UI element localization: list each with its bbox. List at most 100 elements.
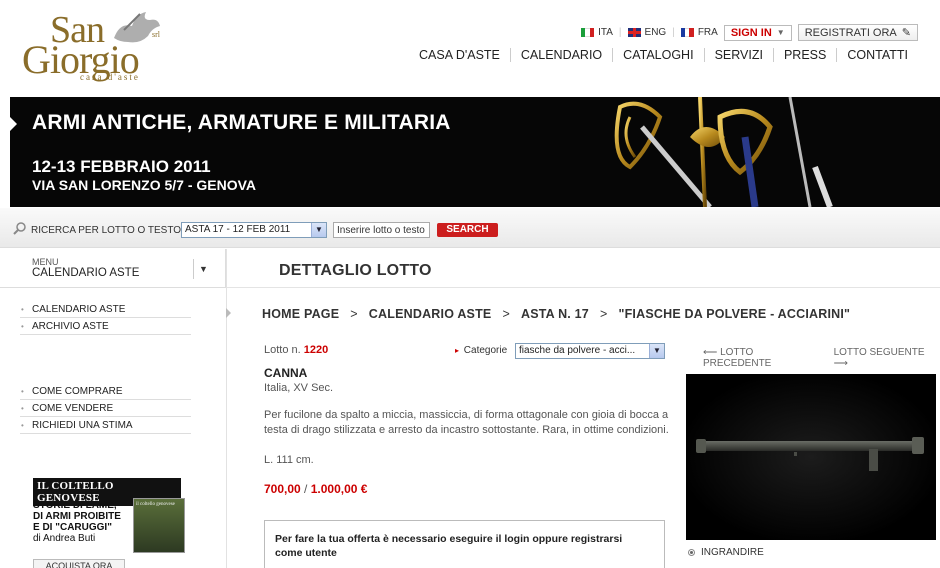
register-button[interactable]: REGISTRATI ORA ✎: [797, 24, 918, 41]
nav-press[interactable]: PRESS: [772, 48, 836, 62]
lot-number-label: Lotto n.: [264, 344, 301, 356]
divider: [227, 287, 940, 288]
lang-ita-label: ITA: [598, 27, 613, 38]
auction-select-value: ASTA 17 - 12 FEB 2011: [185, 224, 291, 235]
radio-dot-icon: [688, 549, 695, 556]
breadcrumb-category: "FIASCHE DA POLVERE - ACCIARINI": [618, 307, 851, 321]
search-icon: [13, 222, 26, 235]
buy-now-button[interactable]: ACQUISTA ORA: [33, 559, 125, 568]
previous-lot-link[interactable]: ⟵ LOTTO PRECEDENTE: [703, 347, 823, 369]
category-label: ▸ Categorie: [455, 345, 507, 356]
menu-header[interactable]: MENU CALENDARIO ASTE ▼: [0, 249, 226, 287]
lang-fra[interactable]: FRA: [680, 27, 718, 38]
main-nav: CASA D'ASTE CALENDARIO CATALOGHI SERVIZI…: [409, 48, 918, 62]
lang-ita[interactable]: ITA: [581, 27, 613, 38]
book-promo[interactable]: IL COLTELLO GENOVESE STORIE DI LAME, DI …: [33, 478, 185, 568]
lang-eng-label: ENG: [644, 27, 667, 38]
divider: [0, 287, 226, 288]
search-bar: RICERCA PER LOTTO O TESTO ASTA 17 - 12 F…: [0, 208, 940, 248]
logo[interactable]: San Giorgio srl casa d'aste: [22, 8, 162, 84]
promo-author: di Andrea Buti: [33, 533, 96, 544]
chevron-down-icon: ▼: [311, 223, 326, 237]
banner-date: 12-13 FEBBRAIO 2011: [32, 157, 211, 176]
lot-number-value: 1220: [303, 344, 329, 356]
banner-title: ARMI ANTICHE, ARMATURE E MILITARIA: [32, 111, 451, 134]
item-description: Per fucilone da spalto a miccia, massicc…: [264, 409, 669, 436]
sidebar-item-archivio-aste[interactable]: ARCHIVIO ASTE: [20, 318, 191, 335]
sidebar-item-calendario-aste[interactable]: CALENDARIO ASTE: [20, 301, 191, 318]
barrel-image: [696, 437, 924, 471]
estimate-low: 700,00: [264, 482, 301, 496]
item-estimate: 700,00 / 1.000,00 €: [264, 482, 367, 496]
promo-text: STORIE DI LAME, DI ARMI PROIBITE E DI "C…: [33, 500, 125, 544]
menu-group-2: COME COMPRARE COME VENDERE RICHIEDI UNA …: [20, 383, 191, 434]
auction-banner[interactable]: ARMI ANTICHE, ARMATURE E MILITARIA 12-13…: [10, 97, 940, 207]
triangle-right-icon: ▸: [455, 346, 460, 355]
breadcrumb-asta[interactable]: ASTA N. 17: [521, 307, 589, 321]
left-sidebar: MENU CALENDARIO ASTE ▼ CALENDARIO ASTE A…: [0, 249, 226, 568]
search-label: RICERCA PER LOTTO O TESTO: [31, 225, 182, 236]
next-lot-label: LOTTO SEGUENTE: [833, 347, 925, 358]
item-dimension: L. 111 cm.: [264, 454, 314, 466]
enlarge-label: INGRANDIRE: [701, 547, 764, 558]
search-input[interactable]: [333, 222, 430, 238]
chevron-down-icon: ▼: [776, 28, 785, 37]
separator: |: [618, 27, 622, 38]
lang-fra-label: FRA: [697, 27, 718, 38]
lot-number: Lotto n. 1220: [264, 344, 328, 356]
promo-headline: STORIE DI LAME, DI ARMI PROIBITE E DI "C…: [33, 500, 121, 533]
page-title: DETTAGLIO LOTTO: [279, 262, 432, 279]
flag-italy-icon: [581, 28, 595, 37]
sidebar-item-richiedi-stima[interactable]: RICHIEDI UNA STIMA: [20, 417, 191, 434]
menu-current: CALENDARIO ASTE: [32, 267, 140, 279]
sign-in-button[interactable]: SIGN IN ▼: [723, 24, 792, 41]
breadcrumb-separator: >: [502, 307, 510, 321]
enlarge-link[interactable]: INGRANDIRE: [688, 547, 764, 558]
flag-stripe: [689, 28, 694, 37]
sidebar-item-come-vendere[interactable]: COME VENDERE: [20, 400, 191, 417]
separator: |: [672, 27, 675, 38]
category-select-value: fiasche da polvere - acci...: [519, 345, 636, 356]
flag-stripe: [589, 28, 595, 37]
category-select[interactable]: fiasche da polvere - acci... ▼: [515, 343, 665, 359]
sidebar-item-come-comprare[interactable]: COME COMPRARE: [20, 383, 191, 400]
sign-in-label: SIGN IN: [730, 26, 772, 39]
banner-arrow-icon: [10, 117, 17, 131]
language-bar: ITA | ENG | FRA SIGN IN ▼ REGISTRATI ORA…: [581, 24, 918, 41]
swords-image: [614, 97, 833, 207]
breadcrumb: HOME PAGE > CALENDARIO ASTE > ASTA N. 17…: [262, 307, 850, 321]
breadcrumb-separator: >: [350, 307, 358, 321]
register-label: REGISTRATI ORA: [804, 26, 897, 39]
breadcrumb-home[interactable]: HOME PAGE: [262, 307, 339, 321]
arrow-right-icon: [226, 308, 231, 318]
nav-casa-daste[interactable]: CASA D'ASTE: [409, 48, 510, 62]
flag-uk-icon: [627, 28, 641, 37]
item-name: CANNA: [264, 366, 308, 380]
breadcrumb-separator: >: [599, 307, 608, 321]
pencil-icon: ✎: [901, 27, 911, 39]
category-label-text: Categorie: [463, 345, 508, 356]
estimate-high: 1.000,00 €: [310, 482, 368, 496]
item-origin: Italia, XV Sec.: [264, 382, 334, 394]
nav-cataloghi[interactable]: CATALOGHI: [612, 48, 703, 62]
lot-navigation: ⟵ LOTTO PRECEDENTE LOTTO SEGUENTE ⟶: [703, 347, 940, 369]
lang-eng[interactable]: ENG: [627, 27, 667, 38]
column-divider: [226, 249, 227, 568]
chevron-down-icon[interactable]: ▼: [193, 259, 213, 279]
book-cover-title: il coltello genovese: [136, 502, 175, 507]
auction-select[interactable]: ASTA 17 - 12 FEB 2011 ▼: [181, 222, 327, 238]
nav-contatti[interactable]: CONTATTI: [836, 48, 918, 62]
logo-tagline: casa d'aste: [80, 72, 140, 82]
nav-calendario[interactable]: CALENDARIO: [509, 48, 612, 62]
breadcrumb-calendario[interactable]: CALENDARIO ASTE: [369, 307, 492, 321]
next-lot-link[interactable]: LOTTO SEGUENTE ⟶: [834, 347, 940, 369]
menu-small-label: MENU: [32, 257, 59, 267]
login-notice: Per fare la tua offerta è necessario ese…: [275, 533, 623, 559]
lot-image[interactable]: [686, 374, 936, 540]
flag-france-icon: [680, 28, 694, 37]
login-notice-box: Per fare la tua offerta è necessario ese…: [264, 520, 665, 568]
search-button[interactable]: SEARCH: [437, 223, 498, 237]
arrow-right-icon: ⟶: [833, 358, 848, 369]
chevron-down-icon: ▼: [649, 344, 664, 358]
nav-servizi[interactable]: SERVIZI: [703, 48, 773, 62]
